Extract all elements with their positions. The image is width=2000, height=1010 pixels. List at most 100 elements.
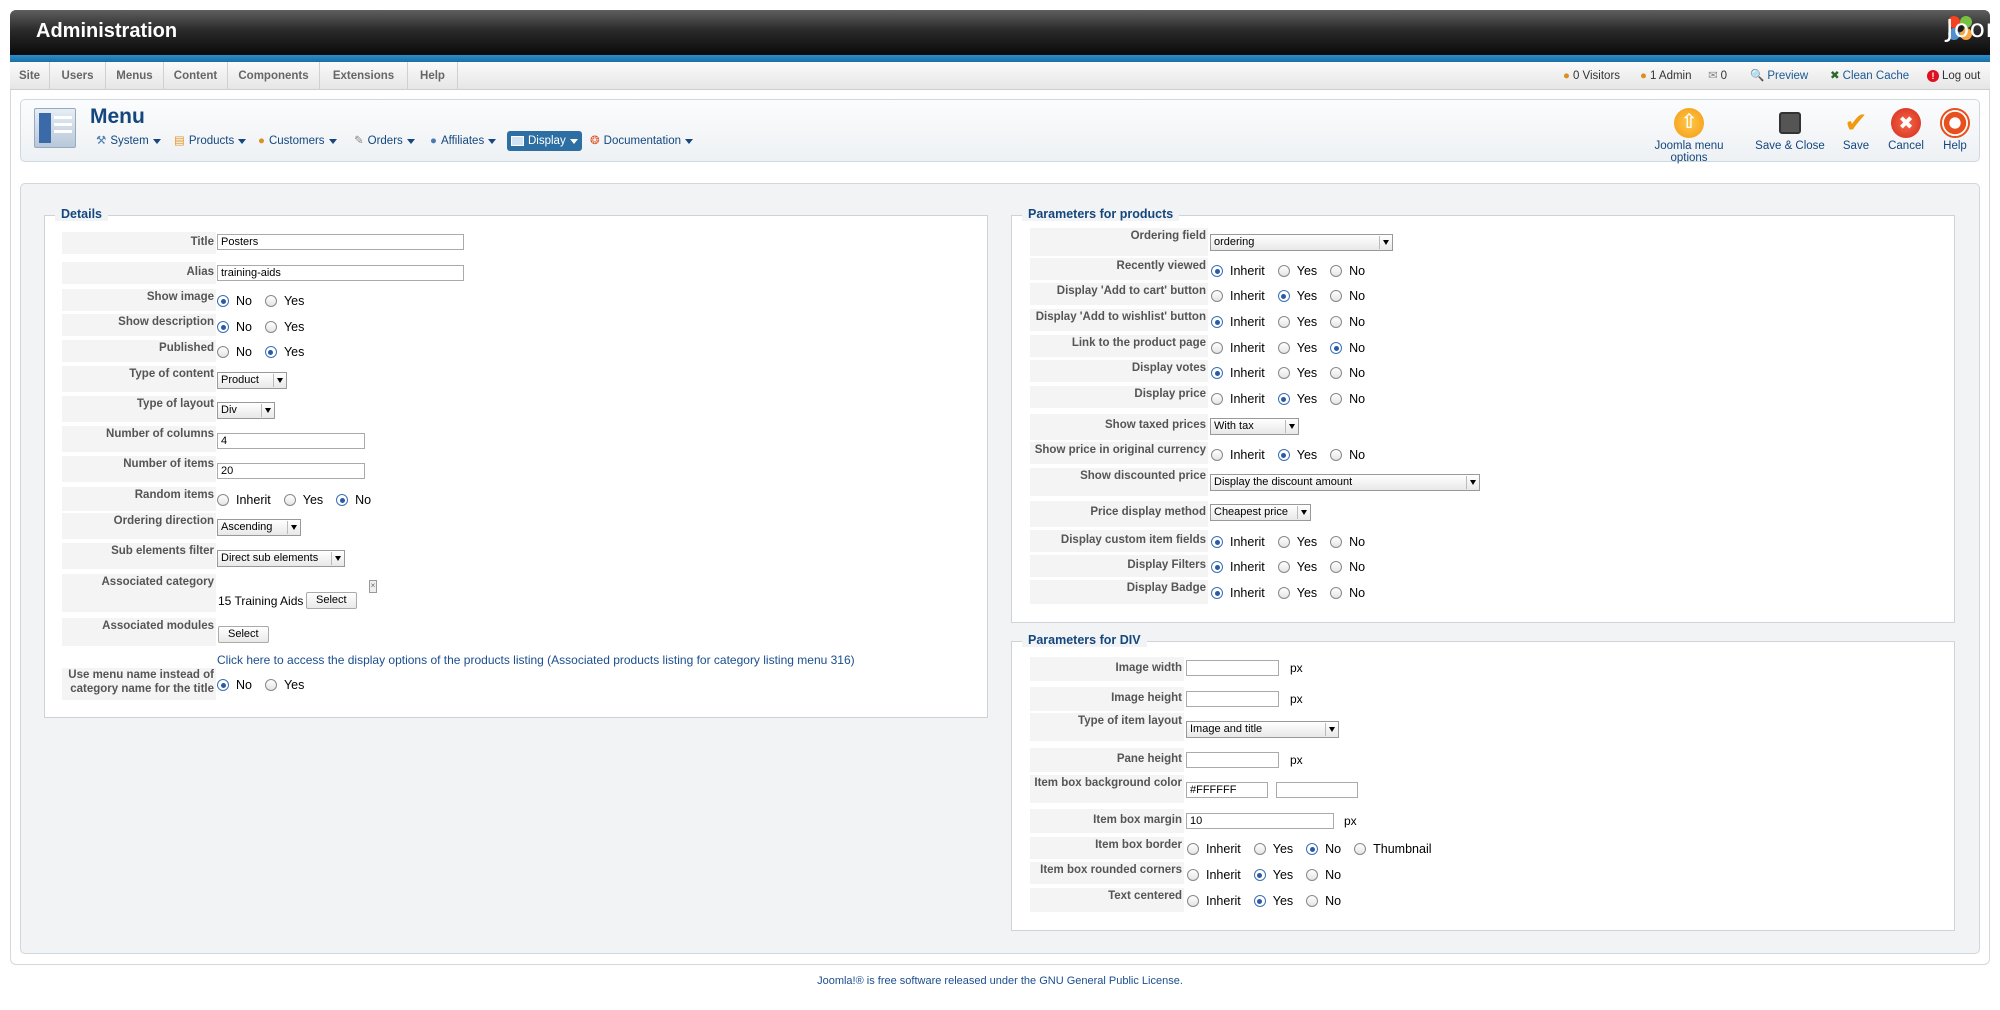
show-description-yes[interactable]: Yes bbox=[264, 320, 304, 334]
submenu-system[interactable]: ⚒ System bbox=[96, 131, 161, 151]
cancel-button[interactable]: ✖ Cancel bbox=[1884, 108, 1928, 152]
bg-color-input[interactable]: #FFFFFF bbox=[1186, 782, 1268, 798]
menu-content[interactable]: Content bbox=[164, 62, 228, 90]
box-border-inherit[interactable]: Inherit bbox=[1187, 842, 1241, 856]
taxed-prices-select[interactable]: With tax bbox=[1210, 418, 1299, 435]
add-to-cart-yes[interactable]: Yes bbox=[1277, 289, 1317, 303]
add-to-wishlist-yes[interactable]: Yes bbox=[1277, 315, 1317, 329]
submenu-customers[interactable]: ● Customers bbox=[258, 131, 337, 151]
menu-help[interactable]: Help bbox=[408, 62, 458, 90]
ordering-direction-select[interactable]: Ascending bbox=[217, 519, 301, 536]
modules-select-button[interactable]: Select bbox=[218, 626, 269, 643]
custom-fields-no[interactable]: No bbox=[1330, 535, 1365, 549]
price-method-select[interactable]: Cheapest price bbox=[1210, 504, 1311, 521]
rounded-corners-radios: Inherit Yes No bbox=[1187, 868, 1354, 882]
display-filters-yes[interactable]: Yes bbox=[1277, 560, 1317, 574]
display-votes-no[interactable]: No bbox=[1330, 366, 1365, 380]
display-filters-no[interactable]: No bbox=[1330, 560, 1365, 574]
rounded-corners-yes[interactable]: Yes bbox=[1253, 868, 1293, 882]
display-price-no[interactable]: No bbox=[1330, 392, 1365, 406]
custom-fields-yes[interactable]: Yes bbox=[1277, 535, 1317, 549]
submenu-display[interactable]: Display bbox=[507, 131, 582, 151]
recently-viewed-yes[interactable]: Yes bbox=[1277, 264, 1317, 278]
text-centered-inherit[interactable]: Inherit bbox=[1187, 894, 1241, 908]
random-items-inherit[interactable]: Inherit bbox=[217, 493, 271, 507]
display-filters-inherit[interactable]: Inherit bbox=[1211, 560, 1265, 574]
rounded-corners-inherit[interactable]: Inherit bbox=[1187, 868, 1241, 882]
num-items-input[interactable]: 20 bbox=[217, 463, 365, 479]
title-input[interactable]: Posters bbox=[217, 234, 464, 250]
image-height-input[interactable] bbox=[1186, 691, 1279, 707]
link-product-yes[interactable]: Yes bbox=[1277, 341, 1317, 355]
discounted-price-select[interactable]: Display the discount amount bbox=[1210, 474, 1480, 491]
box-border-thumbnail[interactable]: Thumbnail bbox=[1354, 842, 1432, 856]
save-close-button[interactable]: Save & Close bbox=[1754, 108, 1826, 152]
submenu-orders[interactable]: ✎ Orders bbox=[354, 131, 415, 151]
recently-viewed-inherit[interactable]: Inherit bbox=[1211, 264, 1265, 278]
display-votes-inherit[interactable]: Inherit bbox=[1211, 366, 1265, 380]
save-button[interactable]: ✔ Save bbox=[1836, 108, 1876, 153]
box-border-yes[interactable]: Yes bbox=[1253, 842, 1293, 856]
published-yes[interactable]: Yes bbox=[264, 345, 304, 359]
license-link[interactable]: GNU General Public License. bbox=[1039, 975, 1183, 987]
joomla-options-button[interactable]: ⇧ Joomla menu options bbox=[1636, 108, 1742, 164]
clear-icon[interactable]: × bbox=[369, 580, 377, 593]
link-product-inherit[interactable]: Inherit bbox=[1211, 341, 1265, 355]
link-product-no[interactable]: No bbox=[1330, 341, 1365, 355]
pane-height-input[interactable] bbox=[1186, 752, 1279, 768]
original-currency-yes[interactable]: Yes bbox=[1277, 448, 1317, 462]
type-of-content-select[interactable]: Product bbox=[217, 372, 287, 389]
use-menu-name-no[interactable]: No bbox=[217, 678, 252, 692]
clean-cache-link[interactable]: ✖ Clean Cache bbox=[1830, 62, 1909, 90]
category-select-button[interactable]: Select bbox=[306, 592, 357, 609]
show-image-no[interactable]: No bbox=[217, 294, 252, 308]
show-image-yes[interactable]: Yes bbox=[264, 294, 304, 308]
show-description-no[interactable]: No bbox=[217, 320, 252, 334]
products-legend: Parameters for products bbox=[1022, 207, 1180, 221]
custom-fields-inherit[interactable]: Inherit bbox=[1211, 535, 1265, 549]
menu-menus[interactable]: Menus bbox=[106, 62, 164, 90]
add-to-cart-no[interactable]: No bbox=[1330, 289, 1365, 303]
ordering-field-select[interactable]: ordering bbox=[1210, 234, 1393, 251]
menu-extensions[interactable]: Extensions bbox=[320, 62, 408, 90]
display-badge-no[interactable]: No bbox=[1330, 586, 1365, 600]
image-width-input[interactable] bbox=[1186, 660, 1279, 676]
submenu-affiliates[interactable]: ● Affiliates bbox=[430, 131, 497, 151]
submenu-products[interactable]: ▤ Products bbox=[174, 131, 247, 151]
display-options-link[interactable]: Click here to access the display options… bbox=[217, 653, 855, 667]
type-of-layout-select[interactable]: Div bbox=[217, 402, 275, 419]
help-button[interactable]: Help bbox=[1938, 108, 1972, 152]
text-centered-yes[interactable]: Yes bbox=[1253, 894, 1293, 908]
sub-elements-filter-select[interactable]: Direct sub elements bbox=[217, 550, 345, 567]
menu-users[interactable]: Users bbox=[50, 62, 106, 90]
logout-link[interactable]: ! Log out bbox=[1927, 62, 1980, 90]
add-to-cart-inherit[interactable]: Inherit bbox=[1211, 289, 1265, 303]
menu-components[interactable]: Components bbox=[228, 62, 320, 90]
random-items-yes[interactable]: Yes bbox=[283, 493, 323, 507]
display-votes-yes[interactable]: Yes bbox=[1277, 366, 1317, 380]
recently-viewed-no[interactable]: No bbox=[1330, 264, 1365, 278]
display-badge-yes[interactable]: Yes bbox=[1277, 586, 1317, 600]
text-centered-no[interactable]: No bbox=[1306, 894, 1341, 908]
bg-color-preview[interactable] bbox=[1276, 782, 1358, 798]
preview-link[interactable]: 🔍 Preview bbox=[1750, 62, 1808, 90]
item-layout-select[interactable]: Image and title bbox=[1186, 721, 1339, 738]
random-items-no[interactable]: No bbox=[336, 493, 371, 507]
submenu-documentation[interactable]: ❂ Documentation bbox=[590, 131, 693, 151]
menu-site[interactable]: Site bbox=[10, 62, 50, 90]
alias-input[interactable]: training-aids bbox=[217, 265, 464, 281]
original-currency-no[interactable]: No bbox=[1330, 448, 1365, 462]
num-columns-input[interactable]: 4 bbox=[217, 433, 365, 449]
display-badge-inherit[interactable]: Inherit bbox=[1211, 586, 1265, 600]
box-border-no[interactable]: No bbox=[1306, 842, 1341, 856]
box-margin-input[interactable]: 10 bbox=[1186, 813, 1334, 829]
original-currency-inherit[interactable]: Inherit bbox=[1211, 448, 1265, 462]
display-price-yes[interactable]: Yes bbox=[1277, 392, 1317, 406]
rounded-corners-no[interactable]: No bbox=[1306, 868, 1341, 882]
display-price-inherit[interactable]: Inherit bbox=[1211, 392, 1265, 406]
use-menu-name-yes[interactable]: Yes bbox=[264, 678, 304, 692]
add-to-wishlist-inherit[interactable]: Inherit bbox=[1211, 315, 1265, 329]
published-no[interactable]: No bbox=[217, 345, 252, 359]
add-to-wishlist-no[interactable]: No bbox=[1330, 315, 1365, 329]
status-messages: ✉ 0 bbox=[1708, 62, 1727, 90]
